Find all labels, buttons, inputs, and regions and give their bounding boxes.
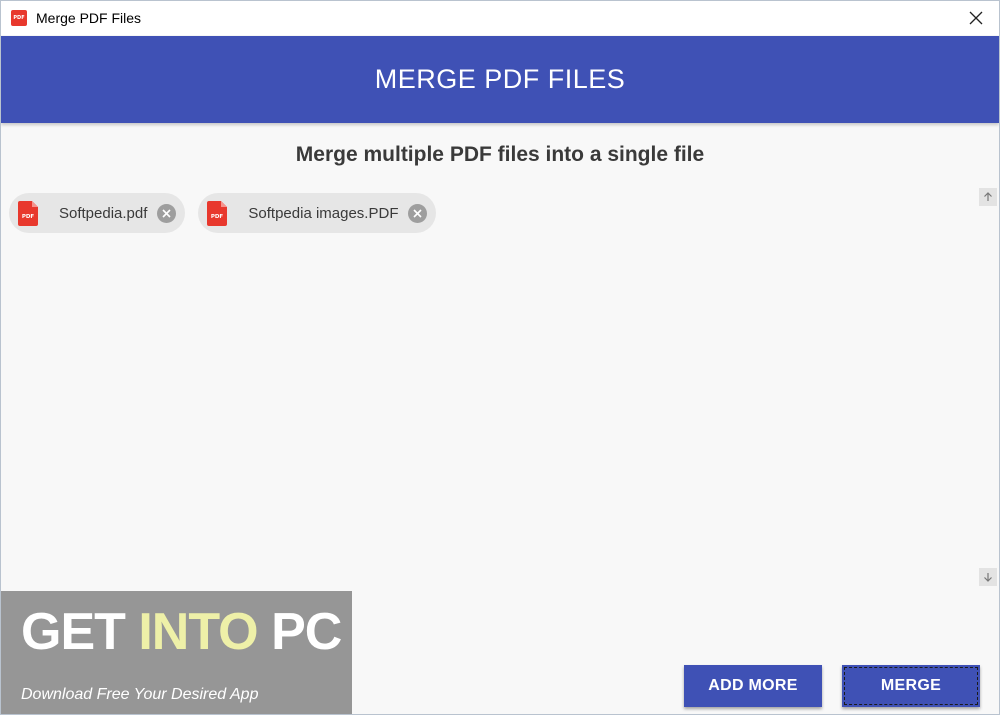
file-name: Softpedia.pdf [59,204,148,222]
title-bar: PDF Merge PDF Files [1,1,999,35]
app-header: MERGE PDF FILES [1,36,999,123]
remove-file-button[interactable] [157,203,177,223]
file-list: PDF Softpedia.pdf PDF Softpedia images.P… [9,193,437,233]
pdf-file-icon: PDF [18,200,38,226]
pdf-file-icon: PDF [207,200,228,226]
merge-button[interactable]: MERGE [842,665,980,707]
scroll-up-button[interactable] [979,188,997,206]
arrow-down-icon [984,573,992,582]
file-chip[interactable]: PDF Softpedia images.PDF [198,193,437,233]
watermark-title-highlight: INTO [138,603,258,661]
window-title: Merge PDF Files [36,10,142,26]
file-name: Softpedia images.PDF [248,204,399,222]
pdf-icon-label: PDF [211,214,224,220]
pdf-icon-label: PDF [22,214,35,220]
header-title: MERGE PDF FILES [374,64,626,94]
watermark-subtitle: Download Free Your Desired App [21,686,259,703]
page-subtitle: Merge multiple PDF files into a single f… [295,143,705,166]
close-icon [969,11,983,25]
close-icon [413,208,423,218]
watermark-title: GET INTO PC [21,602,342,662]
file-chip[interactable]: PDF Softpedia.pdf [9,193,186,233]
close-button[interactable] [953,1,999,35]
app-pdf-icon: PDF [11,10,27,26]
app-window: PDF Merge PDF Files MERGE PDF FILES Merg… [0,0,1000,715]
arrow-up-icon [984,192,992,201]
close-icon [162,208,171,218]
app-icon-text: PDF [13,14,25,21]
watermark-overlay: GET INTO PC Download Free Your Desired A… [1,591,352,714]
watermark-title-part: GET [21,603,139,661]
watermark-title-part: PC [257,603,342,661]
add-more-button[interactable]: ADD MORE [684,665,822,707]
scroll-down-button[interactable] [979,568,997,586]
remove-file-button[interactable] [408,203,428,223]
